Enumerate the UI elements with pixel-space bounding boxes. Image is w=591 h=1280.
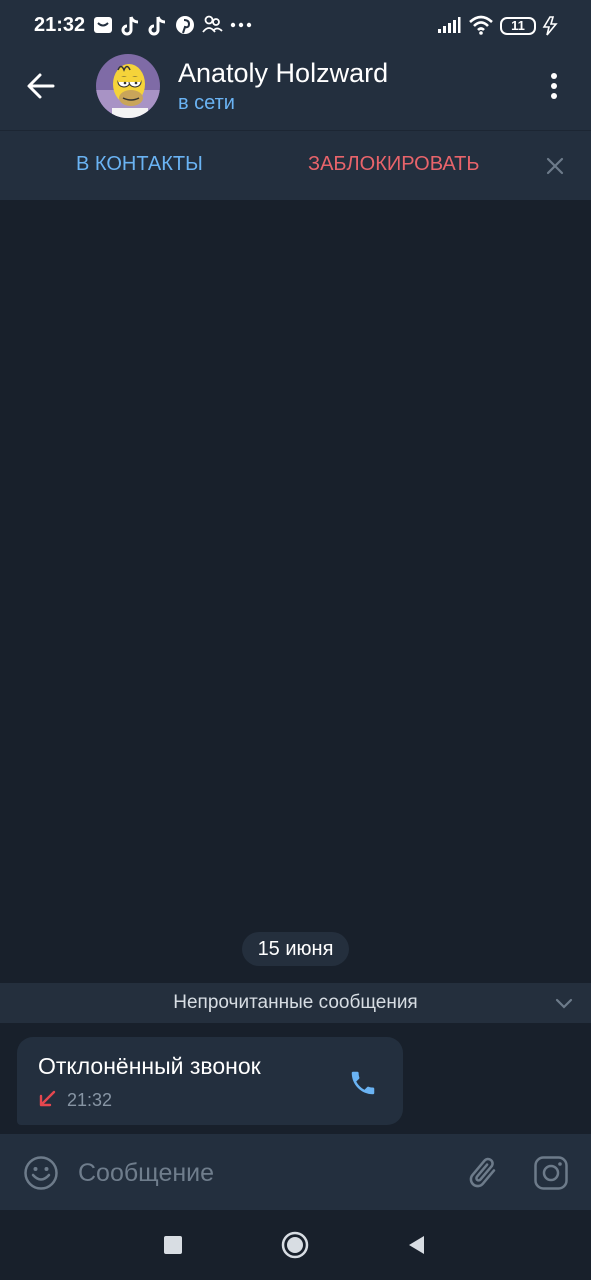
battery-icon: 11 bbox=[500, 17, 536, 35]
block-user-button[interactable]: ЗАБЛОКИРОВАТЬ bbox=[308, 153, 480, 176]
more-options-icon[interactable] bbox=[548, 71, 560, 101]
charging-icon bbox=[542, 16, 558, 36]
people-icon bbox=[202, 15, 223, 33]
home-button[interactable] bbox=[281, 1231, 309, 1259]
contact-action-bar: В КОНТАКТЫ ЗАБЛОКИРОВАТЬ bbox=[0, 130, 591, 200]
recent-apps-button[interactable] bbox=[164, 1236, 182, 1254]
attach-icon[interactable] bbox=[465, 1155, 501, 1191]
chevron-down-icon[interactable] bbox=[554, 996, 574, 1010]
avatar[interactable] bbox=[96, 54, 160, 118]
message-input[interactable] bbox=[78, 1155, 448, 1191]
signal-icon bbox=[438, 17, 461, 33]
contact-name[interactable]: Anatoly Holzward bbox=[178, 58, 388, 89]
pinterest-icon bbox=[176, 16, 194, 34]
date-separator: 15 июня bbox=[242, 932, 349, 966]
chat-header: Anatoly Holzward в сети bbox=[0, 44, 591, 130]
mail-icon bbox=[94, 17, 112, 33]
tiktok-icon bbox=[148, 16, 166, 36]
more-dots-icon bbox=[230, 22, 252, 28]
back-button[interactable] bbox=[406, 1234, 426, 1256]
tiktok-icon bbox=[121, 16, 139, 36]
unread-label: Непрочитанные сообщения bbox=[173, 992, 418, 1013]
missed-call-arrow-icon bbox=[39, 1090, 56, 1107]
call-message-bubble[interactable]: Отклонённый звонок 21:32 bbox=[17, 1037, 403, 1125]
chat-area[interactable]: 15 июня Непрочитанные сообщения Отклонён… bbox=[0, 200, 591, 1134]
close-icon[interactable] bbox=[545, 156, 565, 176]
status-time: 21:32 bbox=[34, 14, 86, 36]
battery-level: 11 bbox=[511, 18, 525, 33]
contact-status: в сети bbox=[178, 92, 235, 114]
system-navigation-bar bbox=[0, 1210, 591, 1280]
add-contact-button[interactable]: В КОНТАКТЫ bbox=[76, 153, 203, 176]
wifi-icon bbox=[469, 15, 493, 35]
status-bar: 21:32 11 bbox=[0, 0, 591, 44]
call-message-title: Отклонённый звонок bbox=[38, 1053, 261, 1079]
unread-messages-divider: Непрочитанные сообщения bbox=[0, 983, 591, 1023]
phone-icon[interactable] bbox=[348, 1068, 378, 1098]
message-composer bbox=[0, 1134, 591, 1210]
back-arrow-icon[interactable] bbox=[26, 72, 56, 100]
message-time: 21:32 bbox=[67, 1090, 113, 1110]
camera-icon[interactable] bbox=[533, 1155, 569, 1191]
emoji-icon[interactable] bbox=[23, 1155, 59, 1191]
